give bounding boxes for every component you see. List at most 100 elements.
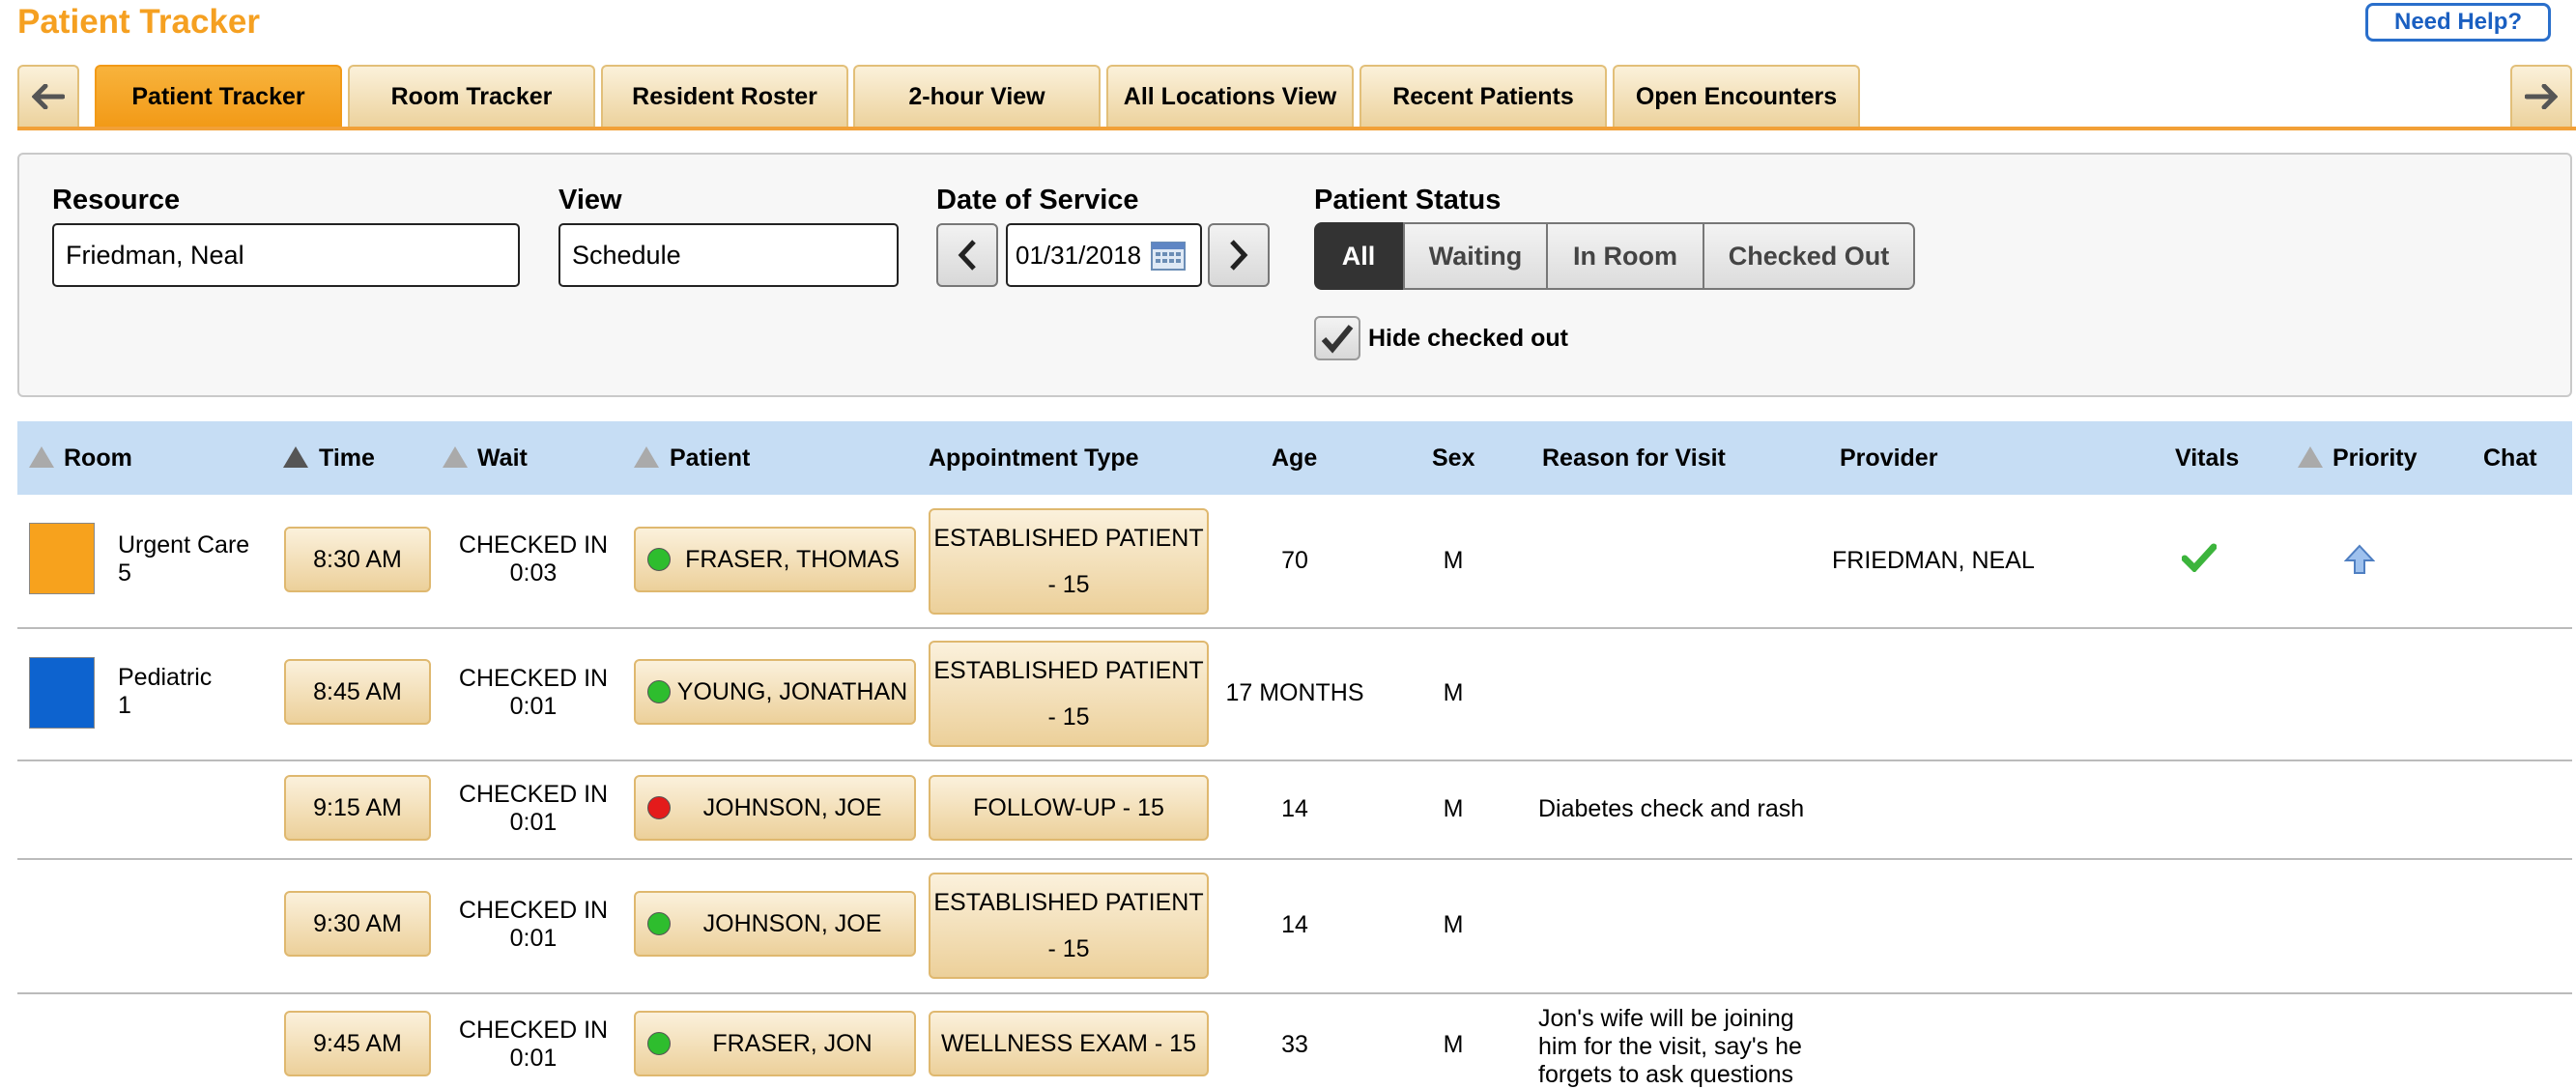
appointment-type-button[interactable]: WELLNESS EXAM - 15 (929, 1011, 1209, 1076)
sort-wait-icon[interactable] (443, 446, 468, 468)
column-sex: Sex (1432, 444, 1475, 472)
row-divider (17, 858, 2572, 860)
column-vitals: Vitals (2175, 444, 2240, 472)
room-name: Urgent Care 5 (118, 531, 250, 587)
vitals-check-icon[interactable] (2181, 543, 2218, 577)
patient-name: FRASER, THOMAS (685, 545, 900, 573)
scroll-tabs-left-button[interactable] (17, 65, 79, 127)
status-dot-icon (647, 796, 671, 819)
reason-for-visit: Jon's wife will be joining him for the vi… (1538, 1005, 1802, 1088)
patient-name-button[interactable]: YOUNG, JONATHAN (634, 659, 916, 725)
appointment-type-button[interactable]: ESTABLISHED PATIENT - 15 (929, 873, 1209, 979)
checkmark-icon (1321, 325, 1354, 354)
scroll-tabs-right-button[interactable] (2510, 65, 2572, 127)
previous-date-button[interactable] (936, 223, 998, 287)
tab-2-hour-view[interactable]: 2-hour View (853, 65, 1101, 127)
status-waiting-button[interactable]: Waiting (1403, 222, 1548, 290)
appointment-time-button[interactable]: 9:45 AM (284, 1011, 431, 1076)
right-arrow-icon (2525, 84, 2558, 109)
tab-patient-tracker[interactable]: Patient Tracker (95, 65, 342, 127)
patient-name-button[interactable]: JOHNSON, JOE (634, 891, 916, 957)
hide-checked-out-label: Hide checked out (1368, 325, 1568, 352)
wait-status: CHECKED IN 0:01 (458, 1017, 609, 1072)
date-input[interactable]: 01/31/2018 (1006, 223, 1202, 287)
patient-name: FRASER, JON (712, 1029, 873, 1057)
status-dot-icon (647, 1032, 671, 1055)
column-age: Age (1272, 444, 1318, 472)
left-arrow-icon (32, 84, 65, 109)
patient-status-label: Patient Status (1314, 185, 1502, 215)
row-divider (17, 759, 2572, 761)
status-dot-icon (647, 548, 671, 571)
wait-status: CHECKED IN 0:01 (458, 781, 609, 836)
appointment-type-button[interactable]: ESTABLISHED PATIENT - 15 (929, 641, 1209, 747)
patient-name-button[interactable]: JOHNSON, JOE (634, 775, 916, 841)
hide-checked-out-checkbox[interactable] (1314, 316, 1360, 360)
tab-resident-roster[interactable]: Resident Roster (601, 65, 848, 127)
resource-input[interactable]: Friedman, Neal (52, 223, 520, 287)
tab-open-encounters[interactable]: Open Encounters (1613, 65, 1860, 127)
row-divider (17, 627, 2572, 629)
patient-name-button[interactable]: FRASER, THOMAS (634, 527, 916, 592)
tab-recent-patients[interactable]: Recent Patients (1360, 65, 1607, 127)
patient-age: 17 MONTHS (1225, 679, 1364, 706)
row-divider (17, 992, 2572, 994)
priority-up-arrow-icon[interactable] (2343, 544, 2376, 580)
patient-age: 14 (1281, 795, 1308, 822)
patient-sex: M (1443, 679, 1464, 706)
appointment-type-button[interactable]: ESTABLISHED PATIENT - 15 (929, 508, 1209, 615)
provider-name: FRIEDMAN, NEAL (1832, 547, 2035, 574)
appointment-time-button[interactable]: 8:45 AM (284, 659, 431, 725)
column-chat: Chat (2483, 444, 2537, 472)
view-label: View (558, 185, 622, 215)
view-select[interactable]: Schedule (558, 223, 899, 287)
sort-room-icon[interactable] (29, 446, 54, 468)
appointment-time-button[interactable]: 8:30 AM (284, 527, 431, 592)
status-dot-icon (647, 912, 671, 935)
tab-underline (17, 127, 2576, 130)
date-value: 01/31/2018 (1016, 240, 1142, 270)
need-help-button[interactable]: Need Help? (2365, 3, 2551, 42)
patient-sex: M (1443, 547, 1464, 574)
appointment-time-button[interactable]: 9:30 AM (284, 891, 431, 957)
patient-age: 14 (1281, 911, 1308, 938)
column-patient[interactable]: Patient (670, 421, 750, 495)
chevron-left-icon (958, 240, 976, 271)
chevron-right-icon (1230, 240, 1248, 271)
next-date-button[interactable] (1208, 223, 1270, 287)
patient-name: YOUNG, JONATHAN (676, 677, 908, 705)
patient-age: 70 (1281, 547, 1308, 574)
patient-sex: M (1443, 795, 1464, 822)
sort-patient-icon[interactable] (634, 446, 659, 468)
tab-room-tracker[interactable]: Room Tracker (348, 65, 595, 127)
patient-name: JOHNSON, JOE (702, 793, 882, 821)
patient-age: 33 (1281, 1031, 1308, 1058)
status-checked-out-button[interactable]: Checked Out (1703, 222, 1915, 290)
room-color-swatch (29, 657, 95, 729)
appointment-time-button[interactable]: 9:15 AM (284, 775, 431, 841)
wait-status: CHECKED IN 0:01 (458, 897, 609, 952)
sort-priority-icon[interactable] (2298, 446, 2323, 468)
patient-name-button[interactable]: FRASER, JON (634, 1011, 916, 1076)
wait-status: CHECKED IN 0:03 (458, 531, 609, 587)
status-in-room-button[interactable]: In Room (1546, 222, 1704, 290)
column-provider: Provider (1840, 444, 1938, 472)
status-all-button[interactable]: All (1314, 222, 1403, 290)
room-name: Pediatric 1 (118, 664, 213, 719)
appointment-type-button[interactable]: FOLLOW-UP - 15 (929, 775, 1209, 841)
patient-sex: M (1443, 911, 1464, 938)
sort-time-icon[interactable] (283, 446, 308, 468)
reason-for-visit: Diabetes check and rash (1538, 795, 1805, 822)
column-priority[interactable]: Priority (2333, 421, 2418, 495)
patient-sex: M (1443, 1031, 1464, 1058)
tab-all-locations-view[interactable]: All Locations View (1106, 65, 1354, 127)
resource-label: Resource (52, 185, 181, 215)
column-time[interactable]: Time (319, 421, 375, 495)
page-title: Patient Tracker (17, 3, 260, 41)
calendar-icon[interactable] (1151, 240, 1187, 271)
patient-name: JOHNSON, JOE (702, 909, 882, 937)
column-wait[interactable]: Wait (477, 421, 528, 495)
column-reason-for-visit: Reason for Visit (1542, 444, 1726, 472)
room-color-swatch (29, 523, 95, 594)
column-room[interactable]: Room (64, 421, 132, 495)
